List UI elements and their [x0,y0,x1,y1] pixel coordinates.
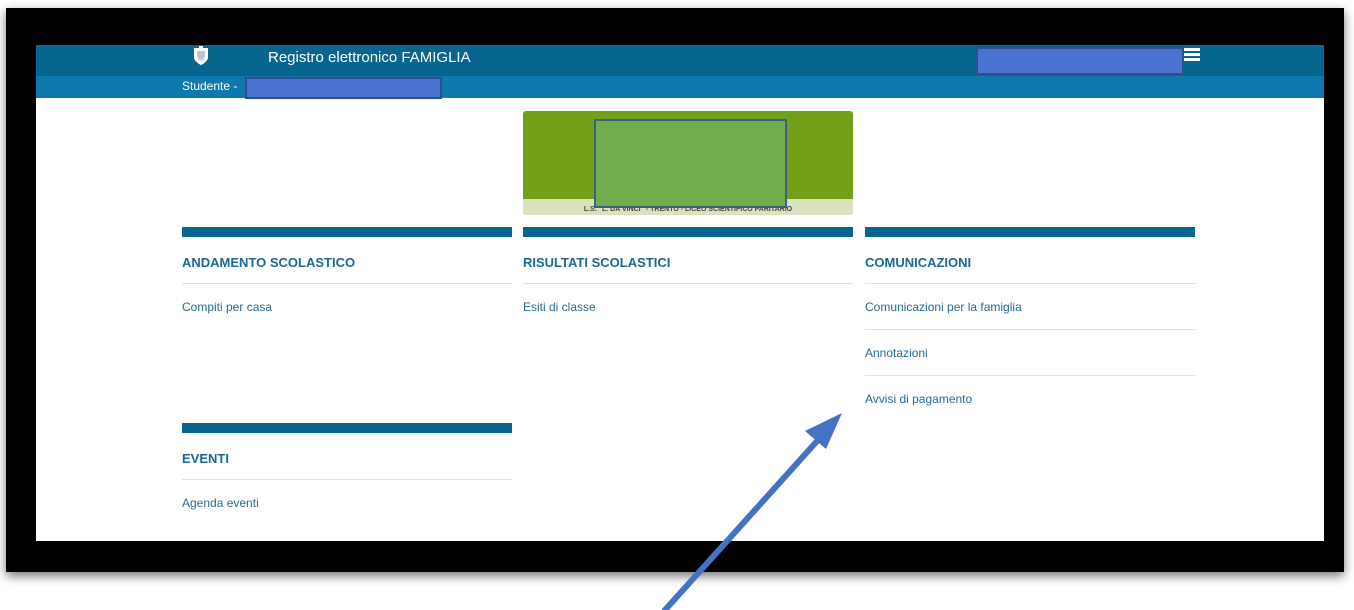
annotation-arrow [662,413,842,610]
